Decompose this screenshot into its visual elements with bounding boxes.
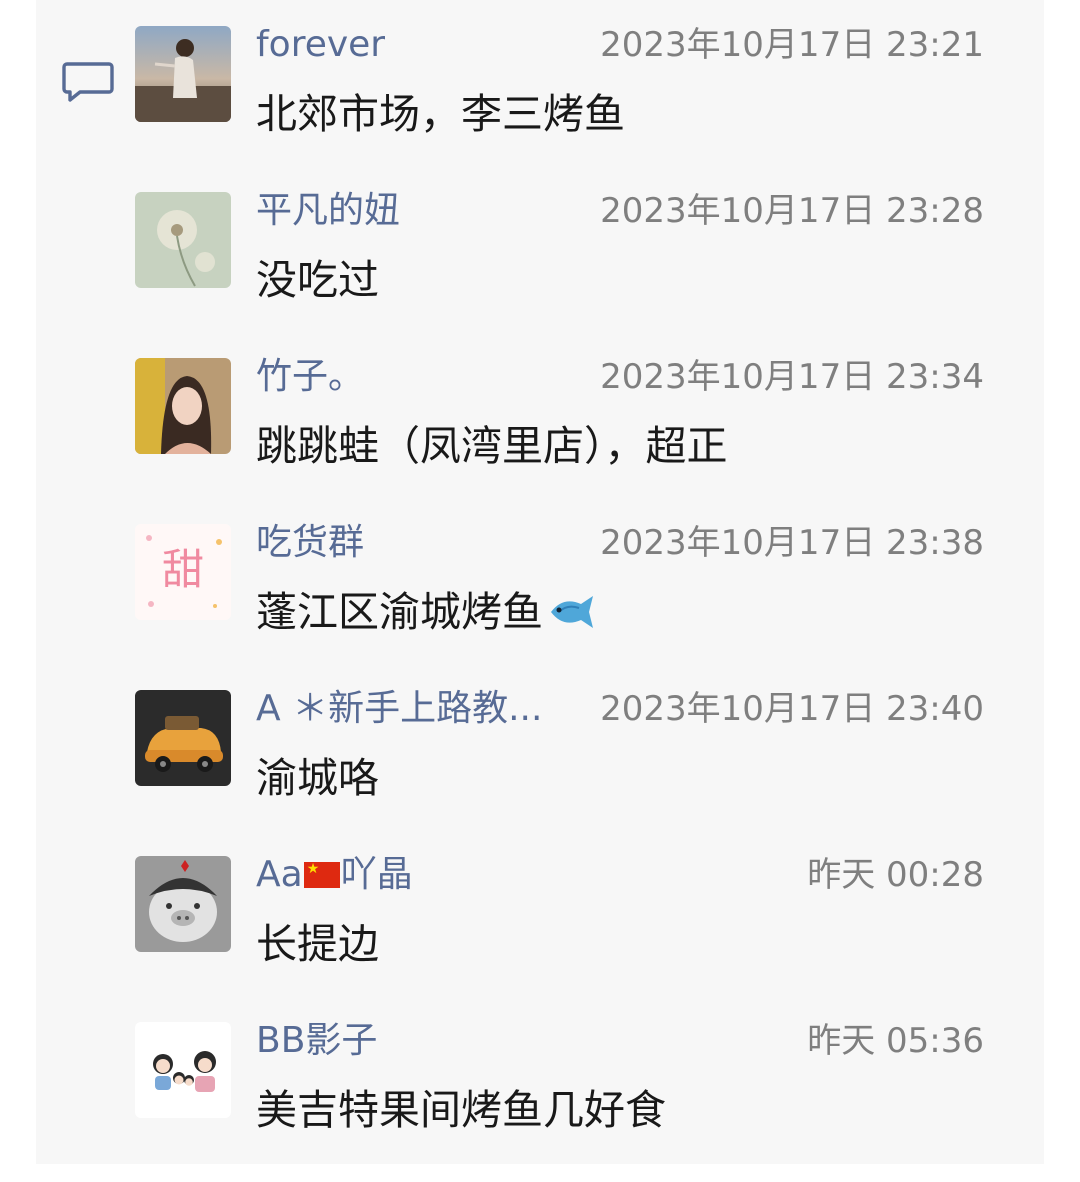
comment-item: 平凡的妞 2023年10月17日 23:28 没吃过 [36,166,1044,332]
avatar[interactable] [135,358,231,454]
comment-item: A ＊新手上路教... 2023年10月17日 23:40 渝城咯 [36,664,1044,830]
nickname[interactable]: forever [256,22,385,68]
nickname[interactable]: 吃货群 [256,520,364,566]
comment-item: Aa吖晶 昨天 00:28 长提边 [36,830,1044,996]
timestamp: 昨天 00:28 [807,855,984,895]
timestamp: 2023年10月17日 23:34 [600,357,984,397]
comment-text: 北郊市场，李三烤鱼 [256,90,625,138]
comment-text: 渝城咯 [256,754,379,802]
nickname[interactable]: Aa吖晶 [256,852,413,898]
avatar-text: 甜 [162,545,204,594]
nickname[interactable]: A ＊新手上路教... [256,686,542,732]
timestamp: 昨天 05:36 [807,1021,984,1061]
timestamp: 2023年10月17日 23:40 [600,689,984,729]
avatar[interactable] [135,1022,231,1118]
timestamp: 2023年10月17日 23:21 [600,25,984,65]
avatar[interactable] [135,192,231,288]
comment-text: 美吉特果间烤鱼几好食 [256,1086,666,1134]
timestamp: 2023年10月17日 23:28 [600,191,984,231]
nickname[interactable]: 竹子。 [256,354,364,400]
nickname[interactable]: BB影子 [256,1018,377,1064]
comment-item: 甜 吃货群 2023年10月17日 23:38 蓬江区渝城烤鱼 [36,498,1044,664]
comment-text: 长提边 [256,920,379,968]
fish-emoji [547,592,597,632]
china-flag-icon [303,860,340,888]
avatar[interactable] [135,690,231,786]
avatar[interactable]: 甜 [135,524,231,620]
timestamp: 2023年10月17日 23:38 [600,523,984,563]
avatar[interactable] [135,26,231,122]
comment-item: forever 2023年10月17日 23:21 北郊市场，李三烤鱼 [36,0,1044,166]
comment-item: 竹子。 2023年10月17日 23:34 跳跳蛙（凤湾里店），超正 [36,332,1044,498]
comment-item: BB影子 昨天 05:36 美吉特果间烤鱼几好食 [36,996,1044,1162]
avatar[interactable] [135,856,231,952]
nickname[interactable]: 平凡的妞 [256,188,400,234]
comment-text: 蓬江区渝城烤鱼 [256,584,597,640]
comment-text: 没吃过 [256,256,379,304]
comment-text: 跳跳蛙（凤湾里店），超正 [256,422,728,470]
